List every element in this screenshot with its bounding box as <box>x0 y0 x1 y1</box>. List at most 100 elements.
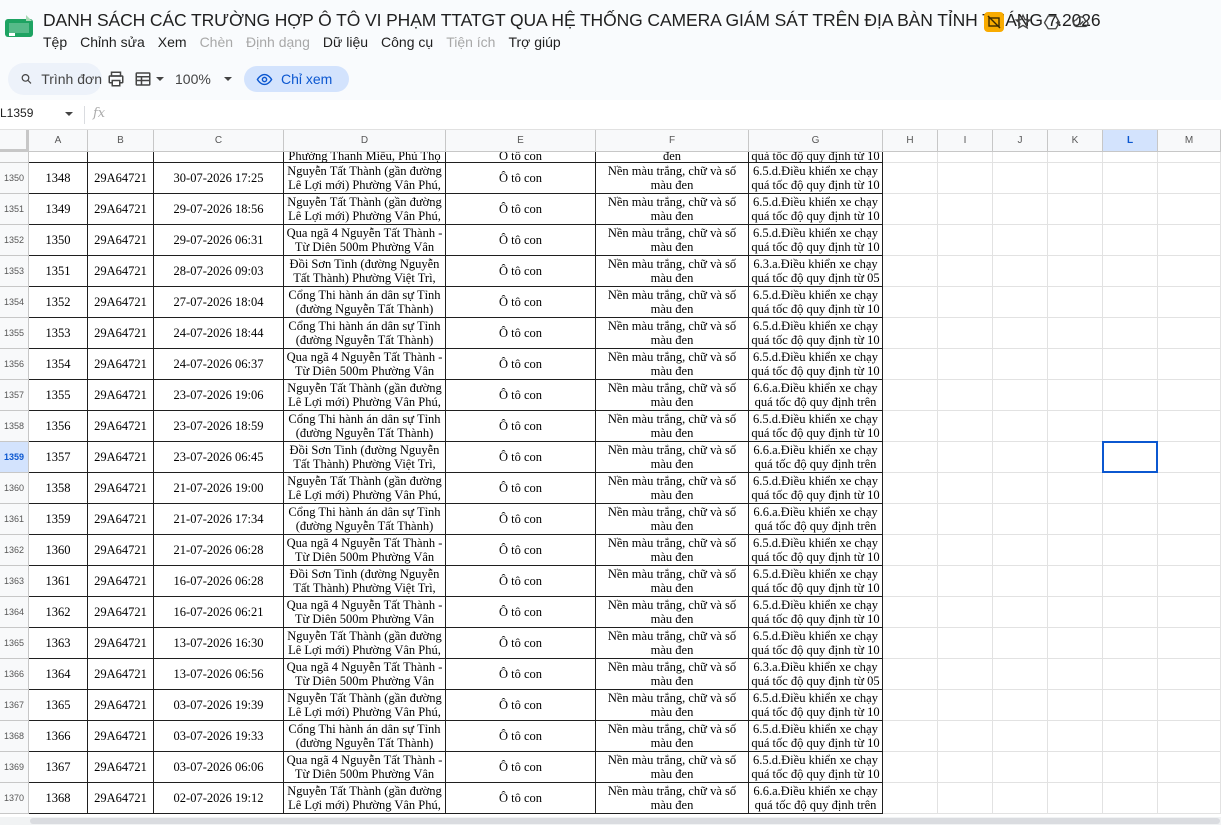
table-cell[interactable]: 1364 <box>29 659 88 690</box>
table-cell[interactable] <box>1048 504 1103 535</box>
table-cell[interactable]: đen <box>596 152 749 163</box>
column-header[interactable]: D <box>284 130 446 152</box>
column-header[interactable]: A <box>29 130 88 152</box>
document-title[interactable]: DANH SÁCH CÁC TRƯỜNG HỢP Ô TÔ VI PHẠM TT… <box>43 10 1101 31</box>
table-cell[interactable]: 29A64721 <box>88 349 154 380</box>
scrollbar-thumb[interactable] <box>30 818 1220 824</box>
table-cell[interactable] <box>1103 752 1158 783</box>
table-cell[interactable] <box>1103 659 1158 690</box>
table-cell[interactable]: Cổng Thi hành án dân sự Tỉnh (đường Nguy… <box>284 721 446 752</box>
table-cell[interactable] <box>938 752 993 783</box>
row-number[interactable]: 1366 <box>0 659 29 690</box>
table-cell[interactable]: 1352 <box>29 287 88 318</box>
table-cell[interactable]: 23-07-2026 18:59 <box>154 411 284 442</box>
column-header[interactable]: B <box>88 130 154 152</box>
table-cell[interactable]: 29A64721 <box>88 597 154 628</box>
spreadsheet-grid[interactable]: A B C D E F G H I J K L M Phường Thanh Miếu, Phú Thọ Ô… <box>0 130 1221 817</box>
table-cell[interactable]: Nguyễn Tất Thành (gần đường Lê Lợi mới) … <box>284 690 446 721</box>
table-cell[interactable] <box>1048 442 1103 473</box>
row-number[interactable]: 1364 <box>0 597 29 628</box>
table-cell[interactable]: Nền màu trắng, chữ và số màu đen <box>596 380 749 411</box>
table-cell[interactable]: Nền màu trắng, chữ và số màu đen <box>596 659 749 690</box>
row-number[interactable]: 1350 <box>0 163 29 194</box>
table-cell[interactable]: 21-07-2026 06:28 <box>154 535 284 566</box>
menu-item[interactable]: Dữ liệu <box>323 34 376 50</box>
table-cell[interactable]: 6.6.a.Điều khiển xe chạy quá tốc độ quy … <box>749 783 883 814</box>
table-cell[interactable]: quá tốc độ quy định từ 10 <box>749 152 883 163</box>
table-cell[interactable]: 29A64721 <box>88 783 154 814</box>
name-box[interactable]: L1359 <box>0 106 33 120</box>
table-cell[interactable]: 29A64721 <box>88 163 154 194</box>
column-header[interactable]: F <box>596 130 749 152</box>
table-cell[interactable]: Ô tô con <box>446 783 596 814</box>
table-cell[interactable]: 21-07-2026 17:34 <box>154 504 284 535</box>
table-cell[interactable]: 1367 <box>29 752 88 783</box>
table-cell[interactable] <box>993 194 1048 225</box>
table-cell[interactable] <box>993 318 1048 349</box>
table-cell[interactable]: 29A64721 <box>88 473 154 504</box>
table-cell[interactable] <box>938 721 993 752</box>
move-to-drive-icon[interactable] <box>1042 12 1062 32</box>
table-cell[interactable]: 23-07-2026 19:06 <box>154 380 284 411</box>
table-cell[interactable]: 6.5.d.Điều khiển xe chạy quá tốc độ quy … <box>749 473 883 504</box>
table-cell[interactable] <box>1103 504 1158 535</box>
table-cell[interactable] <box>1158 752 1221 783</box>
column-header[interactable]: M <box>1158 130 1221 152</box>
table-cell[interactable]: 29A64721 <box>88 256 154 287</box>
table-cell[interactable] <box>938 349 993 380</box>
table-cell[interactable]: 6.6.a.Điều khiển xe chạy quá tốc độ quy … <box>749 442 883 473</box>
table-cell[interactable] <box>993 752 1048 783</box>
table-cell[interactable] <box>883 690 938 721</box>
table-cell[interactable] <box>1103 380 1158 411</box>
table-cell[interactable] <box>1158 163 1221 194</box>
table-cell[interactable] <box>993 783 1048 814</box>
table-cell[interactable] <box>1103 256 1158 287</box>
table-cell[interactable]: 03-07-2026 19:33 <box>154 721 284 752</box>
table-cell[interactable]: 02-07-2026 19:12 <box>154 783 284 814</box>
table-cell[interactable] <box>1103 628 1158 659</box>
table-cell[interactable]: 1365 <box>29 690 88 721</box>
table-cell[interactable]: Qua ngã 4 Nguyễn Tất Thành - Từ Diên 500… <box>284 535 446 566</box>
menu-item[interactable]: Chỉnh sửa <box>80 34 153 50</box>
table-cell[interactable] <box>1158 194 1221 225</box>
table-cell[interactable]: 6.5.d.Điều khiển xe chạy quá tốc độ quy … <box>749 752 883 783</box>
table-cell[interactable] <box>1103 566 1158 597</box>
table-cell[interactable]: 1357 <box>29 442 88 473</box>
table-cell[interactable] <box>883 566 938 597</box>
table-cell[interactable] <box>1103 783 1158 814</box>
table-cell[interactable]: 1348 <box>29 163 88 194</box>
table-cell[interactable] <box>1048 349 1103 380</box>
table-cell[interactable] <box>938 194 993 225</box>
table-cell[interactable] <box>1158 411 1221 442</box>
table-cell[interactable] <box>883 380 938 411</box>
table-cell[interactable] <box>1158 690 1221 721</box>
table-cell[interactable] <box>1048 256 1103 287</box>
table-cell[interactable] <box>1103 721 1158 752</box>
table-cell[interactable]: 6.5.d.Điều khiển xe chạy quá tốc độ quy … <box>749 721 883 752</box>
table-cell[interactable] <box>938 473 993 504</box>
table-cell[interactable] <box>1158 256 1221 287</box>
table-cell[interactable]: Nền màu trắng, chữ và số màu đen <box>596 256 749 287</box>
table-cell[interactable]: 29A64721 <box>88 442 154 473</box>
table-cell[interactable] <box>1158 318 1221 349</box>
table-cell[interactable]: 1361 <box>29 566 88 597</box>
table-cell[interactable] <box>938 152 993 163</box>
table-cell[interactable] <box>1048 152 1103 163</box>
table-cell[interactable]: 21-07-2026 19:00 <box>154 473 284 504</box>
table-cell[interactable]: Nền màu trắng, chữ và số màu đen <box>596 163 749 194</box>
table-cell[interactable]: Nền màu trắng, chữ và số màu đen <box>596 721 749 752</box>
table-cell[interactable] <box>154 152 284 163</box>
table-cell[interactable]: 29A64721 <box>88 566 154 597</box>
table-cell[interactable] <box>1048 380 1103 411</box>
table-cell[interactable]: Ô tô con <box>446 287 596 318</box>
table-cell[interactable]: 16-07-2026 06:21 <box>154 597 284 628</box>
menu-item[interactable]: Tệp <box>43 34 75 50</box>
table-cell[interactable]: Nền màu trắng, chữ và số màu đen <box>596 349 749 380</box>
table-cell[interactable]: Ô tô con <box>446 504 596 535</box>
table-cell[interactable]: 29A64721 <box>88 380 154 411</box>
table-cell[interactable]: 6.3.a.Điều khiển xe chạy quá tốc độ quy … <box>749 659 883 690</box>
table-cell[interactable] <box>993 256 1048 287</box>
table-cell[interactable]: 29A64721 <box>88 225 154 256</box>
table-cell[interactable] <box>883 473 938 504</box>
table-cell[interactable] <box>1103 473 1158 504</box>
